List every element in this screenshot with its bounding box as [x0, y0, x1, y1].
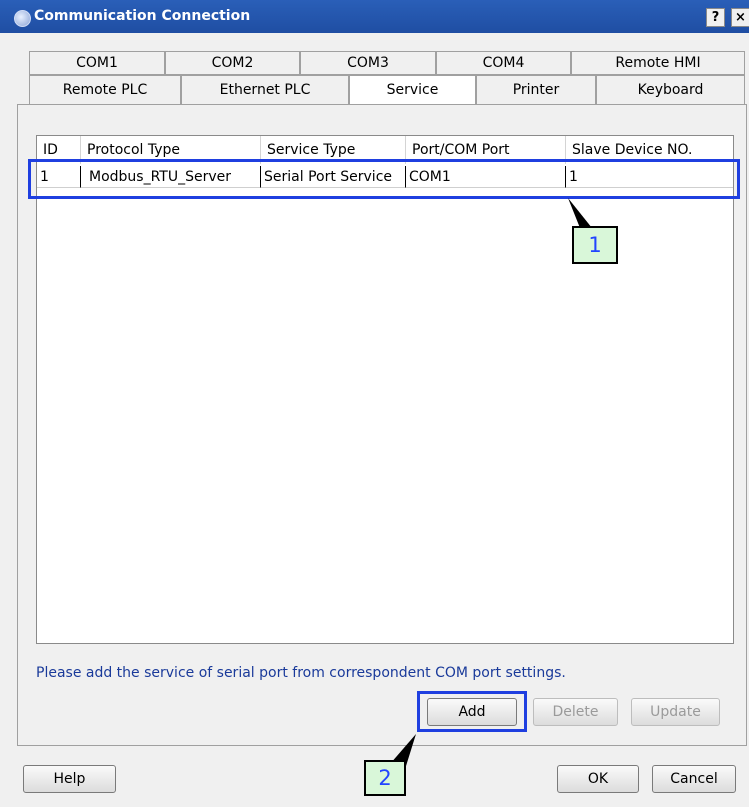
tab-ethernet-plc[interactable]: Ethernet PLC: [181, 75, 349, 105]
cancel-button[interactable]: Cancel: [652, 765, 736, 793]
tab-label: Keyboard: [637, 82, 704, 98]
hint-text: Please add the service of serial port fr…: [36, 665, 566, 681]
close-icon[interactable]: ×: [731, 8, 749, 27]
tab-service[interactable]: Service: [349, 75, 476, 106]
tab-label: Service: [386, 82, 439, 98]
tab-label: COM3: [347, 55, 389, 71]
tab-label: Ethernet PLC: [219, 82, 311, 98]
tab-row-1: COM1 COM2 COM3 COM4 Remote HMI: [29, 51, 745, 75]
update-button[interactable]: Update: [631, 698, 720, 726]
tab-printer[interactable]: Printer: [476, 75, 596, 105]
tab-label: Printer: [512, 82, 560, 98]
delete-button[interactable]: Delete: [533, 698, 618, 726]
tab-remote-plc[interactable]: Remote PLC: [29, 75, 181, 105]
tab-row-2: Remote PLC Ethernet PLC Service Printer …: [29, 75, 745, 106]
tab-label: Remote HMI: [615, 55, 701, 71]
tab-label: COM1: [76, 55, 118, 71]
callout-2: 2: [364, 760, 406, 796]
tab-com2[interactable]: COM2: [165, 51, 300, 75]
row-highlight-box: [28, 159, 740, 199]
help-button[interactable]: Help: [23, 765, 116, 793]
tab-label: COM2: [211, 55, 254, 71]
service-table[interactable]: ID Protocol Type Service Type Port/COM P…: [36, 135, 734, 644]
window-title: Communication Connection: [34, 8, 251, 24]
add-button[interactable]: Add: [427, 698, 517, 726]
callout-1: 1: [572, 226, 618, 264]
tab-com1[interactable]: COM1: [29, 51, 165, 75]
ok-button[interactable]: OK: [557, 765, 639, 793]
tab-remote-hmi[interactable]: Remote HMI: [571, 51, 745, 75]
help-icon[interactable]: ?: [706, 8, 725, 27]
tab-com4[interactable]: COM4: [436, 51, 571, 75]
title-bar[interactable]: Communication Connection ? ×: [0, 0, 749, 33]
tab-label: Remote PLC: [62, 82, 148, 98]
tab-keyboard[interactable]: Keyboard: [596, 75, 745, 105]
communication-connection-dialog: Communication Connection ? × COM1 COM2 C…: [0, 0, 749, 807]
tab-label: COM4: [482, 55, 525, 71]
app-icon: [14, 10, 31, 27]
tab-com3[interactable]: COM3: [300, 51, 436, 75]
